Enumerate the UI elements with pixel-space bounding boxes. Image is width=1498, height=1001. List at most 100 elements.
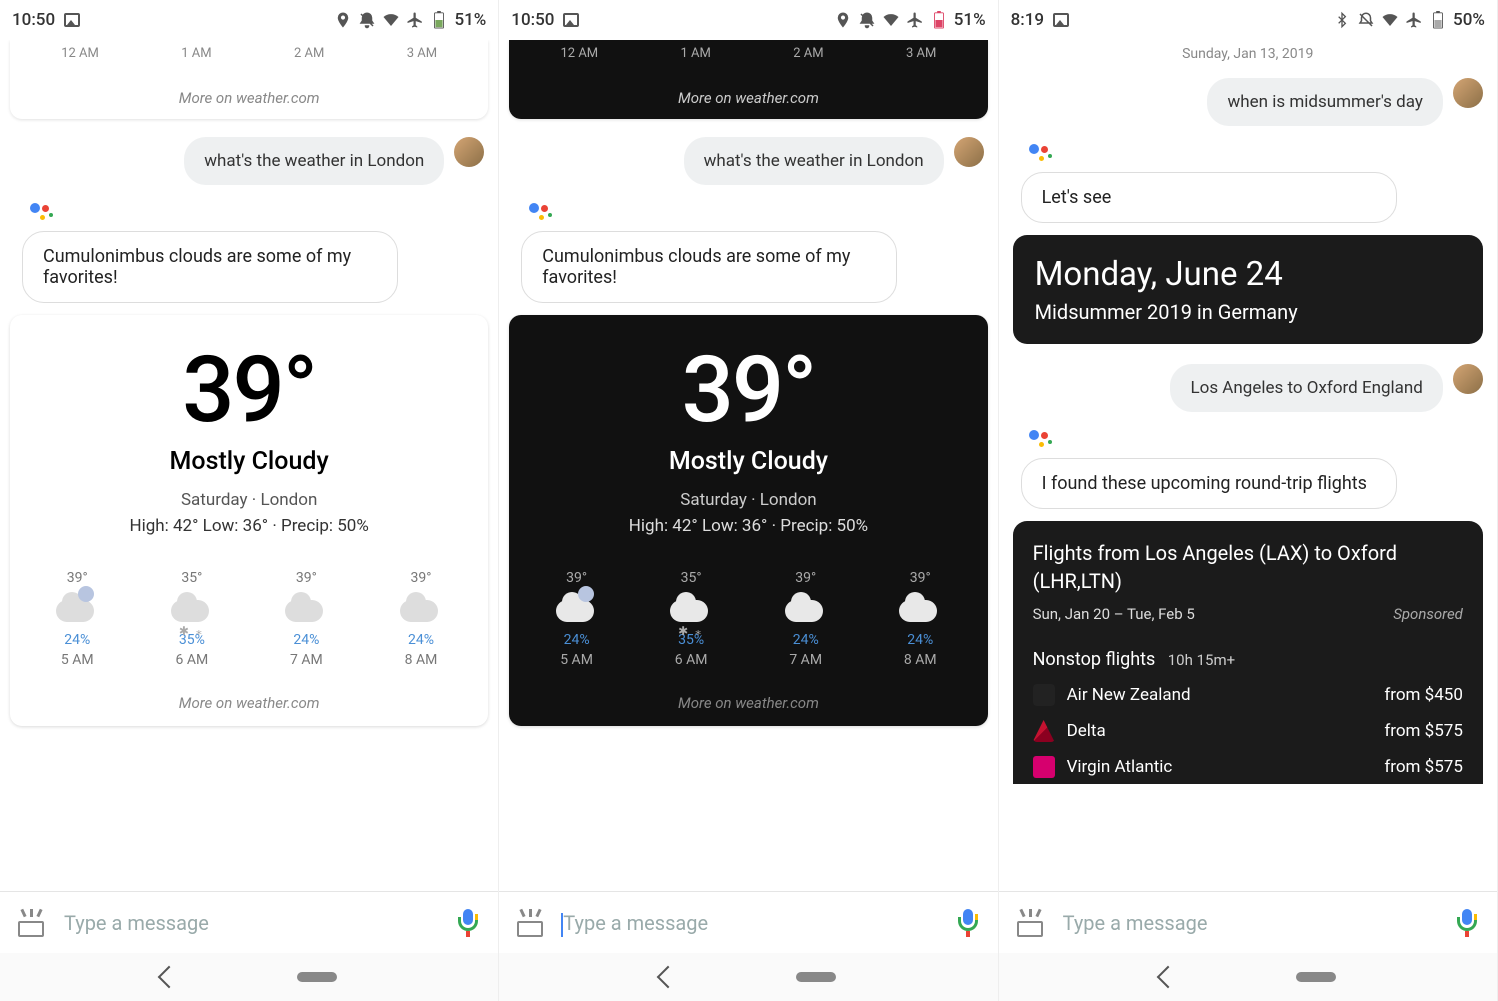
hour-temp: 39° [547,570,607,586]
flights-duration: 10h 15m+ [1168,651,1235,669]
more-weather-link[interactable]: More on weather.com [519,694,977,712]
more-weather-link[interactable]: More on weather.com [509,89,987,107]
hour-label: 2 AM [793,46,823,61]
flight-row[interactable]: Delta from $575 [1033,720,1463,742]
weather-card[interactable]: 39° Mostly Cloudy Saturday · London High… [509,315,987,726]
screen-3: 8:19 50% Sunday, Jan 13, 2019 when is mi… [999,0,1498,1001]
answer-title: Monday, June 24 [1035,255,1461,294]
location-icon [334,11,352,29]
keyboard-icon[interactable] [517,909,545,937]
weather-card[interactable]: 39° Mostly Cloudy Saturday · London High… [10,315,488,726]
status-time: 8:19 [1011,10,1044,30]
flight-row[interactable]: Air New Zealand from $450 [1033,684,1463,706]
user-avatar[interactable] [454,137,484,167]
battery-text: 50% [1453,10,1485,30]
assistant-message[interactable]: I found these upcoming round-trip flight… [1021,458,1397,509]
cloud-icon [899,592,941,622]
nav-home-button[interactable] [297,972,337,982]
nav-back-button[interactable] [657,966,680,989]
hour-label: 1 AM [681,46,711,61]
hour-temp: 39° [890,570,950,586]
status-time: 10:50 [12,10,55,30]
hour-label: 1 AM [181,46,211,61]
nav-home-button[interactable] [1296,972,1336,982]
cloud-moon-icon [556,592,598,622]
input-bar: Type a message [499,891,997,953]
assistant-icon [529,203,553,227]
cloud-snow-icon [670,592,712,622]
message-input[interactable]: Type a message [1063,911,1437,935]
assistant-message[interactable]: Cumulonimbus clouds are some of my favor… [22,231,398,303]
hour-time: 5 AM [47,652,107,668]
hour-precip: 24% [47,632,107,648]
hour-label: 12 AM [61,46,99,61]
user-avatar[interactable] [1453,364,1483,394]
hour-label: 12 AM [560,46,598,61]
hour-label: 3 AM [407,46,437,61]
nav-back-button[interactable] [158,966,181,989]
more-weather-link[interactable]: More on weather.com [20,694,478,712]
cloud-moon-icon [56,592,98,622]
airplane-icon [1405,11,1423,29]
flights-title: Flights from Los Angeles (LAX) to Oxford… [1033,539,1463,595]
input-bar: Type a message [999,891,1497,953]
hour-time: 7 AM [276,652,336,668]
input-bar: Type a message [0,891,498,953]
assistant-message[interactable]: Cumulonimbus clouds are some of my favor… [521,231,897,303]
airline-logo-icon [1033,684,1055,706]
nav-bar [999,953,1497,1001]
weather-hilo: High: 42° Low: 36° · Precip: 50% [519,516,977,536]
assistant-icon [30,203,54,227]
keyboard-icon[interactable] [18,909,46,937]
airplane-icon [906,11,924,29]
dnd-icon [858,11,876,29]
weather-condition: Mostly Cloudy [519,447,977,476]
hour-time: 5 AM [547,652,607,668]
user-message[interactable]: what's the weather in London [184,137,444,185]
battery-text: 51% [454,10,486,30]
more-weather-link[interactable]: More on weather.com [10,89,488,107]
assistant-message[interactable]: Let's see [1021,172,1397,223]
nav-home-button[interactable] [796,972,836,982]
hour-temp: 35° [162,570,222,586]
nav-back-button[interactable] [1156,966,1179,989]
flights-card[interactable]: Flights from Los Angeles (LAX) to Oxford… [1013,521,1483,784]
mic-icon[interactable] [456,909,480,937]
weather-top-card[interactable]: 12 AM 1 AM 2 AM 3 AM More on weather.com [509,40,987,119]
answer-card[interactable]: Monday, June 24 Midsummer 2019 in German… [1013,235,1483,344]
user-avatar[interactable] [954,137,984,167]
weather-temp: 39° [519,345,977,437]
nonstop-label: Nonstop flights [1033,649,1156,670]
screen-1: 10:50 51% 12 AM 1 AM 2 AM 3 AM More on w… [0,0,499,1001]
hour-temp: 39° [391,570,451,586]
cloud-icon [285,592,327,622]
date-header: Sunday, Jan 13, 2019 [1007,40,1489,72]
flight-row[interactable]: Virgin Atlantic from $575 [1033,756,1463,778]
user-message[interactable]: what's the weather in London [684,137,944,185]
user-avatar[interactable] [1453,78,1483,108]
battery-icon [430,11,448,29]
hour-precip: 24% [391,632,451,648]
flights-dates: Sun, Jan 20 – Tue, Feb 5 [1033,605,1195,623]
hour-label: 3 AM [906,46,936,61]
weather-top-card[interactable]: 12 AM 1 AM 2 AM 3 AM More on weather.com [10,40,488,119]
hour-precip: 24% [890,632,950,648]
answer-subtitle: Midsummer 2019 in Germany [1035,300,1461,324]
message-input[interactable]: Type a message [563,911,937,935]
hour-precip: 24% [547,632,607,648]
dnd-icon [1357,11,1375,29]
wifi-icon [882,11,900,29]
wifi-icon [1381,11,1399,29]
battery-low-icon [930,11,948,29]
cloud-snow-icon [171,592,213,622]
hour-label: 2 AM [294,46,324,61]
sponsored-label: Sponsored [1393,605,1463,623]
message-input[interactable]: Type a message [64,911,438,935]
keyboard-icon[interactable] [1017,909,1045,937]
user-message[interactable]: when is midsummer's day [1207,78,1442,126]
user-message[interactable]: Los Angeles to Oxford England [1170,364,1442,412]
mic-icon[interactable] [1455,909,1479,937]
bluetooth-icon [1333,11,1351,29]
mic-icon[interactable] [956,909,980,937]
nav-bar [0,953,498,1001]
